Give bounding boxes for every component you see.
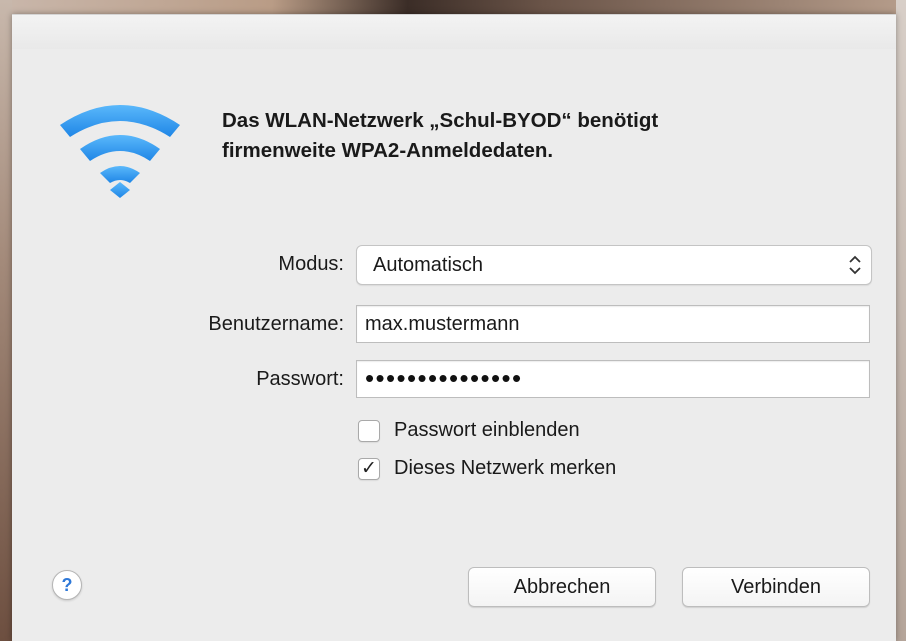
mode-select[interactable]: Automatisch (356, 245, 872, 285)
mode-select-value: Automatisch (373, 254, 484, 276)
connect-button[interactable]: Verbinden (682, 567, 870, 607)
dialog-headline: Das WLAN-Netzwerk „Schul-BYOD“ benötigt … (222, 106, 862, 166)
help-button[interactable]: ? (52, 570, 82, 600)
username-field[interactable]: max.mustermann (356, 305, 870, 343)
chevron-up-down-icon (847, 252, 863, 278)
password-label: Passwort: (256, 368, 344, 390)
wifi-icon (54, 103, 186, 203)
remember-network-checkbox[interactable]: ✓ (358, 458, 380, 480)
password-field[interactable]: ••••••••••••••• (356, 360, 870, 398)
username-label: Benutzername: (208, 313, 344, 335)
remember-network-label[interactable]: Dieses Netzwerk merken (394, 457, 616, 480)
dialog-titlebar (12, 15, 896, 49)
checkmark-icon: ✓ (361, 458, 377, 479)
username-value: max.mustermann (365, 313, 520, 335)
cancel-button[interactable]: Abbrechen (468, 567, 656, 607)
headline-line-2: firmenweite WPA2-Anmeldedaten. (222, 139, 554, 162)
show-password-label[interactable]: Passwort einblenden (394, 419, 580, 442)
wifi-credentials-dialog: Das WLAN-Netzwerk „Schul-BYOD“ benötigt … (12, 14, 896, 641)
headline-line-1: Das WLAN-Netzwerk „Schul-BYOD“ benötigt (222, 109, 659, 132)
password-masked-value: ••••••••••••••• (365, 363, 523, 393)
mode-label: Modus: (278, 253, 344, 275)
desktop-background-right (896, 0, 906, 641)
show-password-checkbox[interactable] (358, 420, 380, 442)
desktop-background-left (0, 0, 12, 641)
